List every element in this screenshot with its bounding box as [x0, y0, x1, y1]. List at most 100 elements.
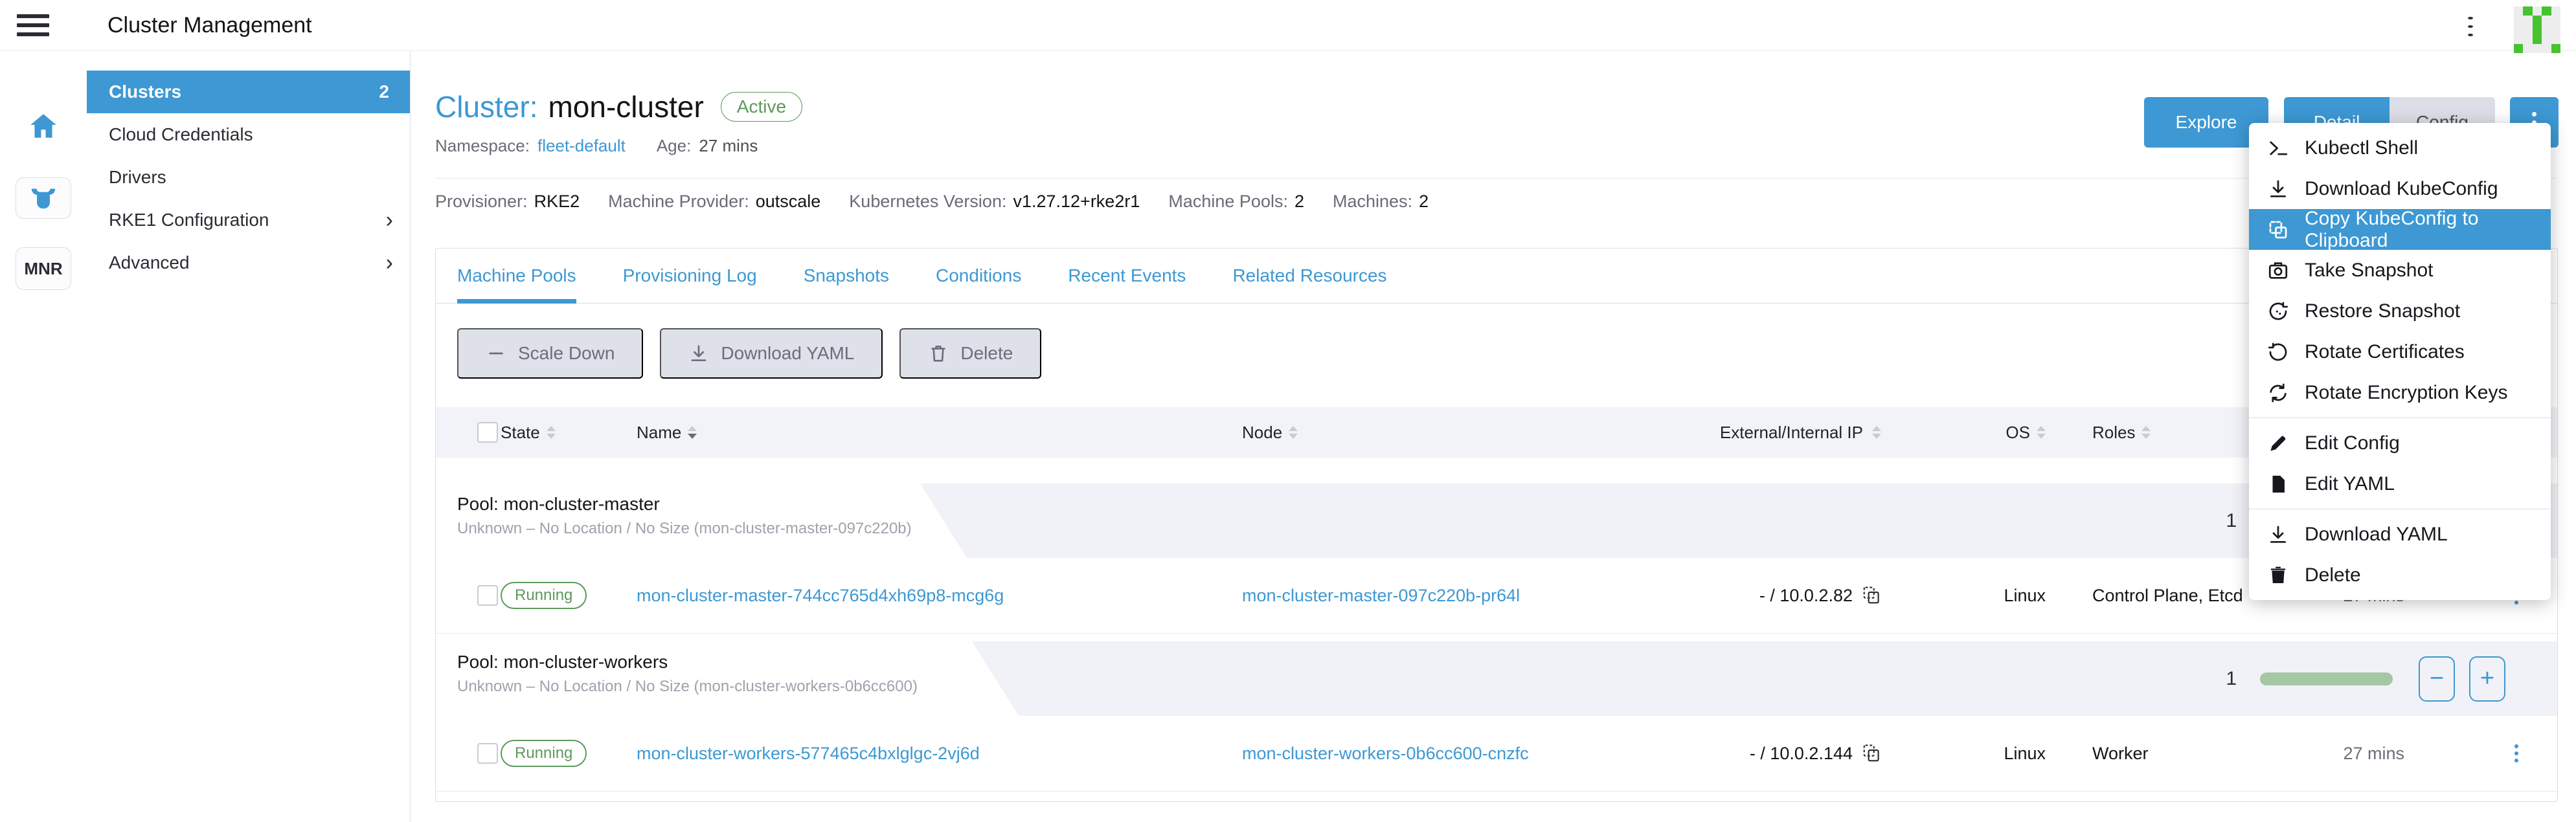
ip-value: - / 10.0.2.144 — [1750, 744, 1853, 764]
age-value: 27 mins — [2343, 744, 2476, 764]
sidebar-item-rke1-configuration[interactable]: RKE1 Configuration › — [87, 199, 410, 241]
bulk-actions-toolbar: Scale Down Download YAML Delete — [457, 328, 2557, 379]
pool-scale-count: 1 — [2226, 668, 2237, 690]
tab-recent-events[interactable]: Recent Events — [1068, 249, 1186, 303]
pencil-icon — [2267, 432, 2289, 454]
scale-up-pool-button[interactable]: + — [2469, 656, 2505, 702]
tab-related-resources[interactable]: Related Resources — [1232, 249, 1386, 303]
copy-icon — [2267, 219, 2289, 241]
home-icon[interactable] — [27, 110, 60, 142]
state-badge: Running — [501, 582, 587, 609]
tab-bar: Machine Pools Provisioning Log Snapshots… — [436, 249, 2557, 304]
cluster-name: mon-cluster — [548, 88, 703, 126]
status-badge: Active — [721, 92, 802, 122]
sidebar-item-advanced[interactable]: Advanced › — [87, 241, 410, 284]
minus-icon — [486, 343, 506, 364]
tab-conditions[interactable]: Conditions — [936, 249, 1021, 303]
row-checkbox[interactable] — [477, 743, 498, 764]
sidebar: Clusters 2 Cloud Credentials Drivers RKE… — [87, 50, 411, 822]
menu-item-rotate-encryption-keys[interactable]: Rotate Encryption Keys — [2249, 372, 2551, 413]
column-header-ip[interactable]: External/Internal IP — [1720, 423, 1906, 443]
menu-item-restore-snapshot[interactable]: Restore Snapshot — [2249, 291, 2551, 331]
machine-name-link[interactable]: mon-cluster-workers-577465c4bxlglgc-2vj6… — [637, 744, 980, 763]
download-icon — [2267, 524, 2289, 546]
download-icon — [2267, 178, 2289, 200]
resource-type-label: Cluster: — [435, 88, 537, 126]
cluster-management-icon[interactable] — [16, 177, 71, 219]
topbar-kebab-icon[interactable] — [2461, 17, 2480, 36]
pool-scale-controls: 1 − + — [2226, 641, 2505, 716]
menu-item-kubectl-shell[interactable]: Kubectl Shell — [2249, 128, 2551, 168]
table-header: State Name Node External/Internal IP OS … — [436, 407, 2557, 458]
pool-group-header: Pool: mon-cluster-master Unknown – No Lo… — [436, 483, 2557, 558]
app-rail: MNR — [0, 0, 87, 822]
machine-pools-count: 2 — [1294, 192, 1304, 211]
scale-down-pool-button[interactable]: − — [2419, 656, 2455, 702]
menu-item-take-snapshot[interactable]: Take Snapshot — [2249, 250, 2551, 291]
tab-provisioning-log[interactable]: Provisioning Log — [623, 249, 757, 303]
trash-icon — [2267, 564, 2289, 586]
pool-subtitle: Unknown – No Location / No Size (mon-clu… — [457, 677, 1019, 696]
select-all-checkbox[interactable] — [477, 422, 498, 443]
namespace-label: Namespace: — [435, 136, 530, 156]
menu-item-download-yaml[interactable]: Download YAML — [2249, 514, 2551, 555]
cluster-actions-menu: Kubectl Shell Download KubeConfig Copy K… — [2249, 123, 2551, 600]
cluster-avatar-mnr[interactable]: MNR — [16, 247, 71, 290]
sidebar-item-cloud-credentials[interactable]: Cloud Credentials — [87, 113, 410, 156]
column-header-state[interactable]: State — [501, 423, 637, 443]
pool-scale-count: 1 — [2226, 510, 2237, 532]
tab-snapshots[interactable]: Snapshots — [804, 249, 889, 303]
namespace-link[interactable]: fleet-default — [537, 136, 626, 156]
download-yaml-button[interactable]: Download YAML — [660, 328, 883, 379]
sidebar-item-drivers[interactable]: Drivers — [87, 156, 410, 199]
os-value: Linux — [2004, 586, 2074, 606]
state-badge: Running — [501, 740, 587, 767]
pool-group-master: Pool: mon-cluster-master Unknown – No Lo… — [436, 483, 2557, 634]
download-icon — [688, 343, 709, 364]
machine-pools-panel: Machine Pools Provisioning Log Snapshots… — [435, 248, 2558, 802]
row-kebab-icon[interactable] — [2511, 740, 2522, 766]
menu-item-rotate-certificates[interactable]: Rotate Certificates — [2249, 331, 2551, 372]
pool-tab: Pool: mon-cluster-workers Unknown – No L… — [436, 641, 1019, 716]
ip-value: - / 10.0.2.82 — [1759, 586, 1853, 606]
menu-item-delete[interactable]: Delete — [2249, 555, 2551, 595]
file-icon — [2267, 473, 2289, 495]
column-header-os[interactable]: OS — [2005, 423, 2074, 443]
pool-tab: Pool: mon-cluster-master Unknown – No Lo… — [436, 483, 967, 558]
os-value: Linux — [2004, 744, 2074, 764]
chevron-right-icon: › — [386, 254, 393, 272]
column-header-node[interactable]: Node — [1242, 423, 1682, 443]
chevron-right-icon: › — [386, 211, 393, 229]
age-value: 27 mins — [699, 136, 758, 156]
pool-group-header: Pool: mon-cluster-workers Unknown – No L… — [436, 641, 2557, 716]
top-bar: Cluster Management — [0, 0, 2576, 51]
app-title: Cluster Management — [107, 13, 312, 38]
machine-name-link[interactable]: mon-cluster-master-744cc765d4xh69p8-mcg6… — [637, 586, 1004, 605]
menu-item-download-kubeconfig[interactable]: Download KubeConfig — [2249, 168, 2551, 209]
restore-snapshot-icon — [2267, 300, 2289, 322]
machine-row: Running mon-cluster-workers-577465c4bxlg… — [436, 716, 2557, 792]
copy-icon[interactable] — [1862, 584, 1881, 606]
copy-icon[interactable] — [1862, 742, 1881, 764]
column-header-name[interactable]: Name — [637, 423, 1242, 443]
cluster-initials: MNR — [24, 259, 62, 279]
user-avatar[interactable] — [2514, 6, 2560, 53]
machines-count: 2 — [1419, 192, 1429, 211]
machine-row: Running mon-cluster-master-744cc765d4xh6… — [436, 558, 2557, 634]
machine-provider-value: outscale — [756, 192, 821, 211]
tab-machine-pools[interactable]: Machine Pools — [457, 249, 576, 303]
sidebar-item-clusters[interactable]: Clusters 2 — [87, 71, 410, 113]
menu-item-edit-yaml[interactable]: Edit YAML — [2249, 463, 2551, 504]
delete-button[interactable]: Delete — [899, 328, 1041, 379]
scale-down-button[interactable]: Scale Down — [457, 328, 643, 379]
row-checkbox[interactable] — [477, 585, 498, 606]
menu-item-copy-kubeconfig[interactable]: Copy KubeConfig to Clipboard — [2249, 209, 2551, 250]
hamburger-menu-icon[interactable] — [17, 14, 49, 36]
menu-item-edit-config[interactable]: Edit Config — [2249, 423, 2551, 463]
clusters-count-badge: 2 — [379, 82, 393, 102]
provisioner-value: RKE2 — [534, 192, 580, 211]
node-link[interactable]: mon-cluster-master-097c220b-pr64l — [1242, 586, 1520, 605]
node-link[interactable]: mon-cluster-workers-0b6cc600-cnzfc — [1242, 744, 1529, 763]
rotate-ccw-icon — [2267, 341, 2289, 363]
roles-value: Worker — [2074, 744, 2281, 764]
